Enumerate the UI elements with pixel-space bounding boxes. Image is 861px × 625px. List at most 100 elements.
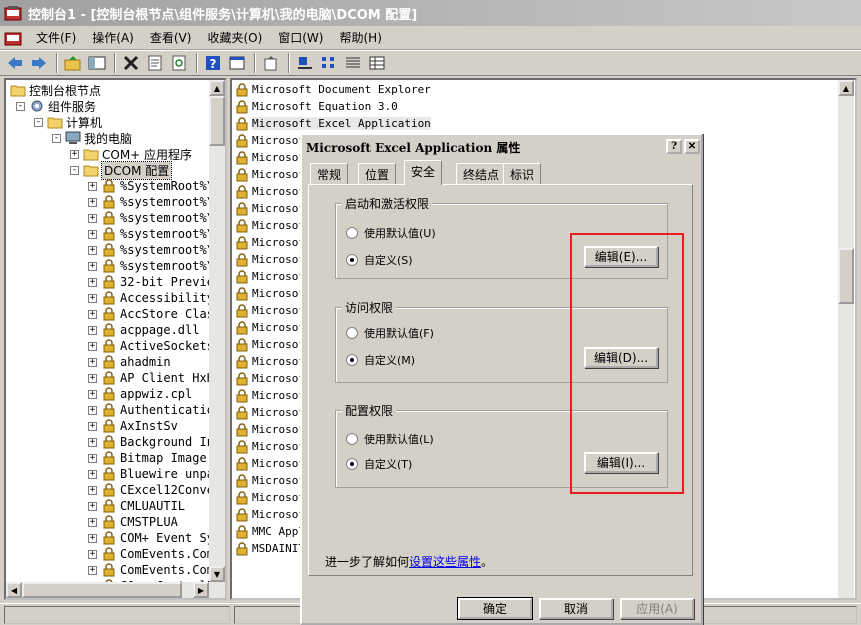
tree-node-dcom-item[interactable]: + ahadmin (88, 354, 171, 370)
properties-icon[interactable] (144, 52, 166, 74)
expand-icon[interactable]: + (88, 533, 97, 543)
list-item[interactable]: Microsof (234, 336, 305, 353)
collapse-icon[interactable]: - (16, 101, 25, 111)
small-icons-view-icon[interactable] (318, 52, 340, 74)
collapse-icon[interactable]: - (52, 133, 61, 143)
list-item[interactable]: Microsof (234, 472, 305, 489)
expand-icon[interactable]: + (88, 549, 97, 559)
list-item[interactable]: Microsof (234, 506, 305, 523)
expand-icon[interactable]: + (88, 469, 97, 479)
tree-node-dcom-item[interactable]: + appwiz.cpl (88, 386, 192, 402)
expand-icon[interactable]: + (88, 485, 97, 495)
tree-node-dcom-item[interactable]: + ComEvents.ComS (88, 546, 221, 562)
tree-node-dcom-item[interactable]: + %systemroot%\s (88, 210, 221, 226)
up-folder-icon[interactable] (62, 52, 84, 74)
expand-icon[interactable]: + (88, 341, 97, 351)
tree-node-dcom-item[interactable]: + ComEvents.ComS (88, 562, 221, 578)
expand-icon[interactable]: + (88, 405, 97, 415)
list-item[interactable]: Microsof (234, 251, 305, 268)
tree-node-dcom-item[interactable]: + Authenticatio (88, 402, 214, 418)
delete-icon[interactable] (120, 52, 142, 74)
expand-icon[interactable]: + (88, 245, 97, 255)
tree-node-dcom-item[interactable]: + AP Client HxHe (88, 370, 221, 386)
export-icon[interactable] (260, 52, 282, 74)
expand-icon[interactable]: + (88, 325, 97, 335)
ok-button[interactable]: 确定 (457, 597, 533, 620)
back-arrow-icon[interactable] (4, 52, 26, 74)
launch-use-default-radio[interactable]: 使用默认值(U) (346, 225, 436, 241)
tree-node-dcom-item[interactable]: + ActiveSockets (88, 338, 214, 354)
list-item[interactable]: Microsof (234, 183, 305, 200)
radio-button[interactable] (346, 327, 358, 339)
list-item[interactable]: Microsof (234, 319, 305, 336)
collapse-icon[interactable]: - (70, 165, 79, 175)
tab-general[interactable]: 常规 (310, 163, 349, 184)
list-vertical-scrollbar[interactable]: ▲ (838, 80, 854, 598)
tree-node-dcom-item[interactable]: + %systemroot%\s (88, 194, 221, 210)
collapse-icon[interactable]: - (34, 117, 43, 127)
tree-node-dcom-item[interactable]: + AxInstSv (88, 418, 178, 434)
expand-icon[interactable]: + (88, 181, 97, 191)
radio-button-checked[interactable] (346, 254, 358, 266)
list-item[interactable]: Microsoft Equation 3.0 (234, 98, 398, 115)
tree-node-dcom-item[interactable]: + %SystemRoot%\s (88, 178, 221, 194)
tree-node-dcom-item[interactable]: + %systemroot%\s (88, 226, 221, 242)
show-hide-tree-icon[interactable] (86, 52, 108, 74)
menu-window[interactable]: 窗口(W) (270, 27, 331, 48)
tree-node-dcom-item[interactable]: + CMLUAUTIL (88, 498, 185, 514)
list-item[interactable]: Microsof (234, 370, 305, 387)
tree-node-dcom-config[interactable]: - DCOM 配置 (70, 160, 173, 180)
expand-icon[interactable]: + (88, 373, 97, 383)
refresh-icon[interactable] (168, 52, 190, 74)
dialog-close-button[interactable]: ✕ (684, 139, 700, 154)
expand-icon[interactable]: + (88, 437, 97, 447)
scroll-left-button[interactable]: ◀ (6, 582, 22, 598)
expand-icon[interactable]: + (88, 213, 97, 223)
edit-access-permissions-button[interactable]: 编辑(D)... (584, 347, 658, 368)
tree-node-dcom-item[interactable]: + AccStore Class (88, 306, 221, 322)
tree-node-dcom-item[interactable]: + acppage.dll (88, 322, 199, 338)
expand-icon[interactable]: + (88, 501, 97, 511)
cancel-button[interactable]: 取消 (539, 598, 613, 619)
tree-node-dcom-item[interactable]: + Background Int (88, 434, 221, 450)
tree-node-dcom-item[interactable]: + COM+ Event Sys (88, 530, 221, 546)
expand-icon[interactable]: + (88, 197, 97, 207)
scroll-up-button[interactable]: ▲ (209, 80, 225, 96)
list-item[interactable]: Microsof (234, 404, 305, 421)
list-item[interactable]: Microsof (234, 438, 305, 455)
list-item[interactable]: Microsof (234, 489, 305, 506)
list-item[interactable]: Microsof (234, 200, 305, 217)
learn-more-link[interactable]: 设置这些属性 (409, 555, 481, 569)
scroll-thumb[interactable] (838, 248, 854, 304)
list-item[interactable]: MSDAINIT (234, 540, 305, 557)
tree-node-component-services[interactable]: - 组件服务 (16, 98, 96, 114)
radio-button-checked[interactable] (346, 458, 358, 470)
config-use-default-radio[interactable]: 使用默认值(L) (346, 431, 434, 447)
tab-security[interactable]: 安全 (404, 160, 443, 185)
launch-customize-radio[interactable]: 自定义(S) (346, 252, 413, 268)
menu-action[interactable]: 操作(A) (84, 27, 142, 48)
list-item[interactable]: Microsof (234, 387, 305, 404)
list-item[interactable]: Microsof (234, 149, 305, 166)
help-icon[interactable]: ? (202, 52, 224, 74)
tree-vertical-scrollbar[interactable]: ▲ ▼ (209, 80, 225, 582)
list-view-icon[interactable] (342, 52, 364, 74)
scroll-right-button[interactable]: ▶ (193, 582, 209, 598)
tree-node-dcom-item[interactable]: + Bluewire unpai (88, 466, 221, 482)
tab-location[interactable]: 位置 (358, 163, 397, 184)
menu-help[interactable]: 帮助(H) (331, 27, 389, 48)
expand-icon[interactable]: + (88, 261, 97, 271)
menu-view[interactable]: 查看(V) (142, 27, 200, 48)
tab-identity[interactable]: 标识 (503, 163, 542, 184)
tree-node-computers[interactable]: - 计算机 (34, 114, 102, 130)
access-use-default-radio[interactable]: 使用默认值(F) (346, 325, 434, 341)
edit-configuration-permissions-button[interactable]: 编辑(I)... (584, 452, 658, 473)
edit-launch-permissions-button[interactable]: 编辑(E)... (584, 246, 658, 267)
access-customize-radio[interactable]: 自定义(M) (346, 352, 415, 368)
tree-node-dcom-item[interactable]: +32-bit Preview (88, 274, 221, 290)
tree-node-dcom-item[interactable]: + %systemroot%\S (88, 242, 221, 258)
tree-node-root[interactable]: 控制台根节点 (10, 82, 101, 98)
expand-icon[interactable]: + (88, 389, 97, 399)
list-item[interactable]: Microsof (234, 132, 305, 149)
scroll-thumb[interactable] (209, 96, 225, 146)
